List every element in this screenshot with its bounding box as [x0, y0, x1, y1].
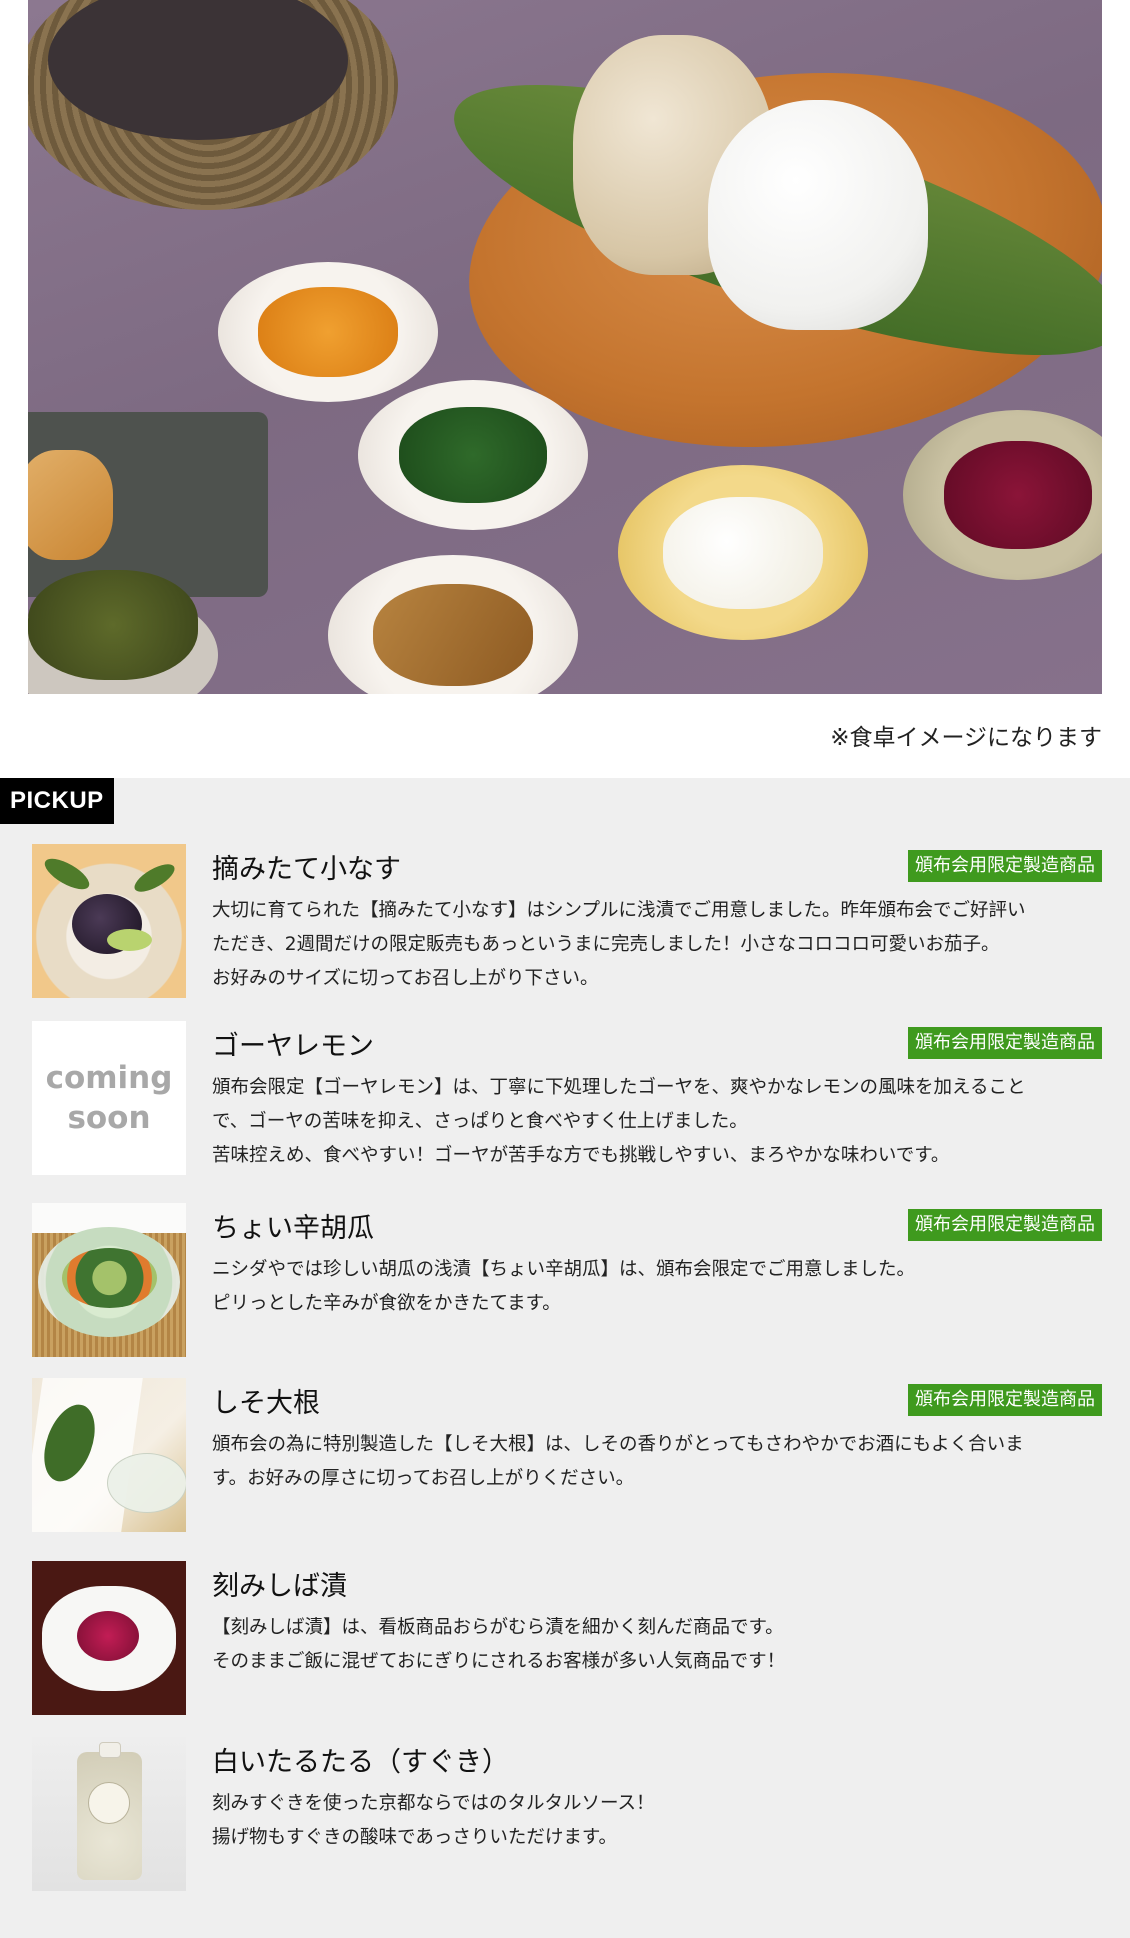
grilled-fish	[28, 450, 113, 560]
product-description: 頒布会の為に特別製造した【しそ大根】は、しその香りがとってもさわやかでお酒にもよ…	[212, 1434, 1024, 1489]
limited-badge: 頒布会用限定製造商品	[908, 1209, 1102, 1241]
product-thumbnail[interactable]	[32, 1561, 186, 1715]
limited-badge: 頒布会用限定製造商品	[908, 850, 1102, 882]
product-title[interactable]: 刻みしば漬	[212, 1567, 1102, 1607]
dish-takuan	[218, 262, 438, 402]
onigiri-white	[708, 100, 928, 330]
product-title[interactable]: 白いたるたる（すぐき）	[212, 1743, 1102, 1783]
product-thumbnail[interactable]	[32, 1378, 186, 1532]
dish-daikon	[618, 465, 868, 640]
dish-shibazuke	[903, 410, 1102, 580]
image-caption: ※食卓イメージになります	[830, 725, 1102, 751]
product-description: 刻みすぐきを使った京都ならではのタルタルソース！ 揚げ物もすぐきの酸味であっさり…	[212, 1793, 655, 1848]
pickles	[28, 570, 198, 680]
coming-soon-thumbnail[interactable]: coming soon	[32, 1021, 186, 1175]
product-description: 頒布会限定【ゴーヤレモン】は、丁寧に下処理したゴーヤを、爽やかなレモンの風味を加…	[212, 1077, 1026, 1166]
pickup-label: PICKUP	[0, 778, 114, 824]
product-thumbnail[interactable]	[32, 1203, 186, 1357]
dish-gobo	[328, 555, 578, 694]
product-description: 大切に育てられた【摘みたて小なす】はシンプルに浅漬でご用意しました。昨年頒布会で…	[212, 900, 1026, 989]
hero-image	[28, 0, 1102, 694]
limited-badge: 頒布会用限定製造商品	[908, 1384, 1102, 1416]
product-thumbnail[interactable]	[32, 844, 186, 998]
product-thumbnail[interactable]	[32, 1737, 186, 1891]
product-description: ニシダやでは珍しい胡瓜の浅漬【ちょい辛胡瓜】は、頒布会限定でご用意しました。 ピ…	[212, 1259, 916, 1314]
limited-badge: 頒布会用限定製造商品	[908, 1027, 1102, 1059]
pickup-section: PICKUP 摘みたて小なす 頒布会用限定製造商品 大切に育てられた【摘みたて小…	[0, 778, 1130, 1938]
dish-greens	[358, 380, 588, 530]
product-description: 【刻みしば漬】は、看板商品おらがむら漬を細かく刻んだ商品です。 そのままご飯に混…	[212, 1617, 786, 1672]
